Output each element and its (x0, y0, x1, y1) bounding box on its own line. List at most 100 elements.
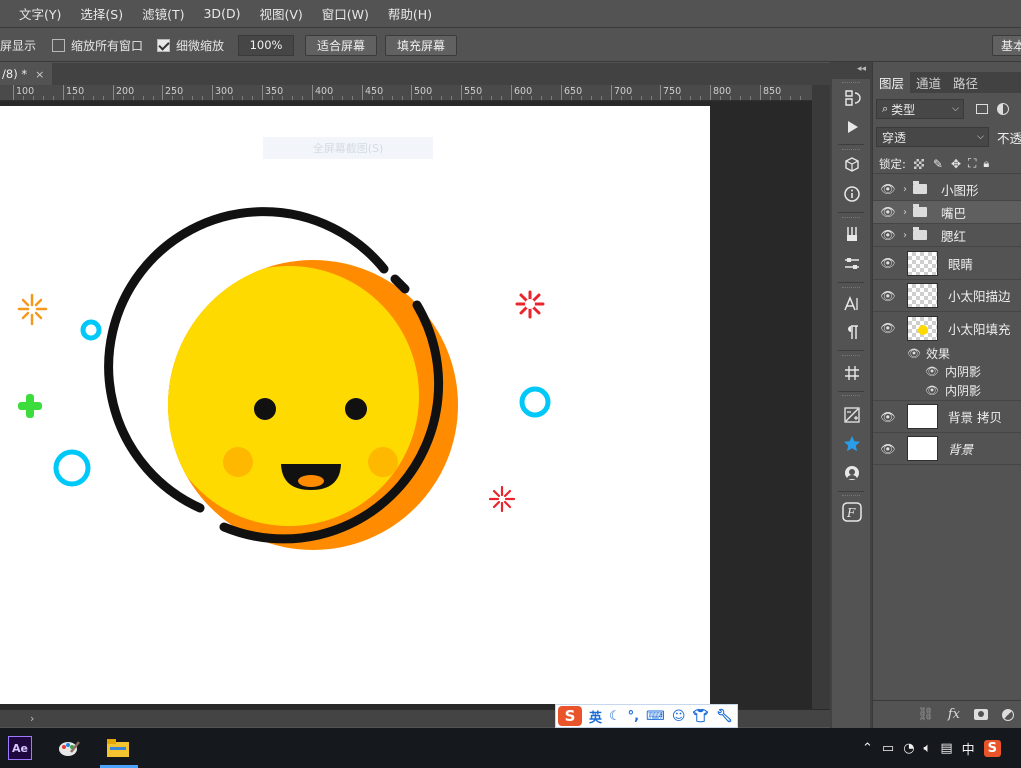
menu-3d[interactable]: 3D(D) (194, 6, 250, 21)
tab-channels[interactable]: 通道 (910, 72, 947, 93)
layer-row-background[interactable]: 👁︎ 背景 (873, 433, 1021, 465)
fonts-icon[interactable]: F (841, 501, 863, 523)
sogou-tray-icon[interactable]: S (983, 739, 1002, 757)
blend-mode-select[interactable]: 穿透 ⌵ (876, 127, 989, 147)
chevron-right-icon[interactable]: › (903, 230, 913, 241)
adjustment-icon[interactable] (1002, 708, 1014, 721)
adjustments-icon[interactable] (841, 404, 863, 426)
opacity-label: 不透 (996, 130, 1021, 146)
mask-icon[interactable] (974, 709, 988, 720)
ruler-major-tick (13, 85, 14, 100)
eye-icon[interactable]: 👁︎ (873, 442, 903, 456)
menu-window[interactable]: 窗口(W) (313, 4, 379, 23)
link-icon[interactable]: ⛓ (917, 707, 934, 722)
layer-row-blush[interactable]: 👁︎ › 腮红 (873, 224, 1021, 247)
workspace-button[interactable]: 基本 (992, 35, 1021, 56)
brushes-icon[interactable] (841, 223, 863, 245)
eye-icon[interactable]: 👁︎ (873, 182, 903, 196)
ime-indicator[interactable]: 中 (962, 739, 975, 758)
file-explorer-icon[interactable] (106, 736, 130, 760)
layer-filter-select[interactable]: ⌕ 类型 ⌵ (876, 99, 964, 119)
fullscreen-partial-label[interactable]: 屏显示 (0, 37, 36, 54)
skin-shirt-icon[interactable]: 👕︎ (692, 709, 709, 724)
layer-row-background-copy[interactable]: 👁︎ 背景 拷贝 (873, 401, 1021, 433)
character-icon[interactable] (841, 293, 863, 315)
eye-icon[interactable]: 👁︎ (873, 384, 939, 397)
fit-screen-button[interactable]: 适合屏幕 (305, 34, 378, 56)
eye-icon[interactable]: 👁︎ (873, 321, 903, 335)
notification-icon[interactable]: ▤ (940, 741, 952, 756)
network-icon[interactable]: ◔ (903, 741, 914, 756)
ruler-minor-tick (750, 96, 751, 100)
ruler-minor-tick (103, 96, 104, 100)
horizontal-ruler[interactable]: 100 150 200 250 300 350 400 450 500 550 600 650 700 7… (0, 85, 812, 101)
adjustment-filter-icon[interactable] (997, 103, 1009, 115)
effect-row-inner-shadow-2[interactable]: 👁︎ 内阴影 (873, 381, 1021, 401)
menu-help[interactable]: 帮助(H) (379, 4, 442, 23)
eye-icon[interactable]: 👁︎ (873, 205, 903, 219)
menu-type[interactable]: 文字(Y) (0, 4, 71, 23)
ruler-minor-tick (272, 96, 273, 100)
paint-icon[interactable] (57, 736, 81, 760)
tab-layers[interactable]: 图层 (873, 72, 911, 93)
chevron-up-icon[interactable]: ⌃ (862, 741, 873, 756)
eye-icon[interactable]: 👁︎ (873, 256, 903, 270)
libraries-icon[interactable] (841, 462, 863, 484)
zoom-value-field[interactable]: 100% (238, 34, 295, 56)
document-tab[interactable]: /8) * × (0, 63, 52, 85)
menu-filter[interactable]: 滤镜(T) (133, 4, 194, 23)
effect-row-inner-shadow[interactable]: 👁︎ 内阴影 (873, 362, 1021, 381)
zoom-all-windows-checkbox[interactable] (52, 38, 66, 52)
fill-screen-button[interactable]: 填充屏幕 (385, 34, 458, 56)
after-effects-icon[interactable]: Ae (8, 736, 32, 760)
layer-row-mouth[interactable]: 👁︎ › 嘴巴 (873, 201, 1021, 224)
paragraph-icon[interactable] (841, 321, 863, 343)
eye-icon[interactable]: 👁︎ (873, 365, 939, 378)
ruler-minor-tick (690, 96, 691, 100)
chevron-right-icon[interactable]: › (903, 207, 913, 218)
document-canvas[interactable]: 全屏幕截图(S) (0, 106, 710, 704)
styles-star-icon[interactable] (841, 433, 863, 455)
close-icon[interactable]: × (35, 68, 44, 81)
user-icon[interactable]: ☺ (672, 709, 686, 724)
image-filter-icon[interactable] (976, 104, 988, 114)
info-icon[interactable] (841, 183, 863, 205)
lock-artboard-icon[interactable]: ⛶ (968, 156, 976, 171)
battery-icon[interactable]: ▭ (882, 741, 894, 756)
ime-language[interactable]: 英 (589, 707, 602, 726)
history-icon[interactable] (841, 87, 863, 109)
actions-play-icon[interactable] (841, 116, 863, 138)
eye-icon[interactable]: 👁︎ (873, 347, 921, 360)
chevron-right-icon[interactable]: › (903, 184, 913, 195)
lock-all-icon[interactable]: 🔒︎ (983, 157, 989, 171)
effects-row[interactable]: 👁︎ 效果 (873, 344, 1021, 362)
menu-view[interactable]: 视图(V) (250, 4, 312, 23)
fx-icon[interactable]: fx (948, 707, 960, 722)
wrench-icon[interactable]: 🔧︎ (716, 709, 733, 724)
lock-transparent-icon[interactable] (913, 158, 924, 169)
collapse-panels-icon[interactable]: ◂◂ (857, 64, 866, 74)
punctuation-icon[interactable]: °, (628, 709, 639, 724)
keyboard-icon[interactable]: ⌨ (646, 709, 665, 724)
vertical-scrollbar[interactable] (812, 85, 830, 711)
moon-icon[interactable]: ☾ (609, 709, 621, 724)
canvas-workarea[interactable]: 全屏幕截图(S) (0, 101, 812, 709)
menu-select[interactable]: 选择(S) (71, 4, 133, 23)
glyphs-grid-icon[interactable] (841, 362, 863, 384)
brush-settings-icon[interactable] (841, 253, 863, 275)
scroll-right-icon[interactable]: › (30, 712, 34, 725)
layer-row-eyes[interactable]: 👁︎ 眼睛 (873, 247, 1021, 280)
layer-row-sun-fill[interactable]: 👁︎ 小太阳填充 (873, 312, 1021, 344)
eye-icon[interactable]: 👁︎ (873, 289, 903, 303)
tab-paths[interactable]: 路径 (947, 72, 984, 93)
layer-row-sun-outline[interactable]: 👁︎ 小太阳描边 (873, 280, 1021, 312)
eye-icon[interactable]: 👁︎ (873, 228, 903, 242)
sogou-icon[interactable]: S (558, 706, 582, 726)
layer-row-small-shapes[interactable]: 👁︎ › 小图形 (873, 178, 1021, 201)
lock-move-icon[interactable]: ✥ (951, 157, 961, 171)
lock-paint-icon[interactable]: ✎ (933, 157, 943, 171)
scrubby-zoom-checkbox[interactable] (157, 38, 171, 52)
eye-icon[interactable]: 👁︎ (873, 410, 903, 424)
3d-cube-icon[interactable] (841, 154, 863, 176)
volume-icon[interactable]: 🔈︎ (924, 741, 932, 756)
